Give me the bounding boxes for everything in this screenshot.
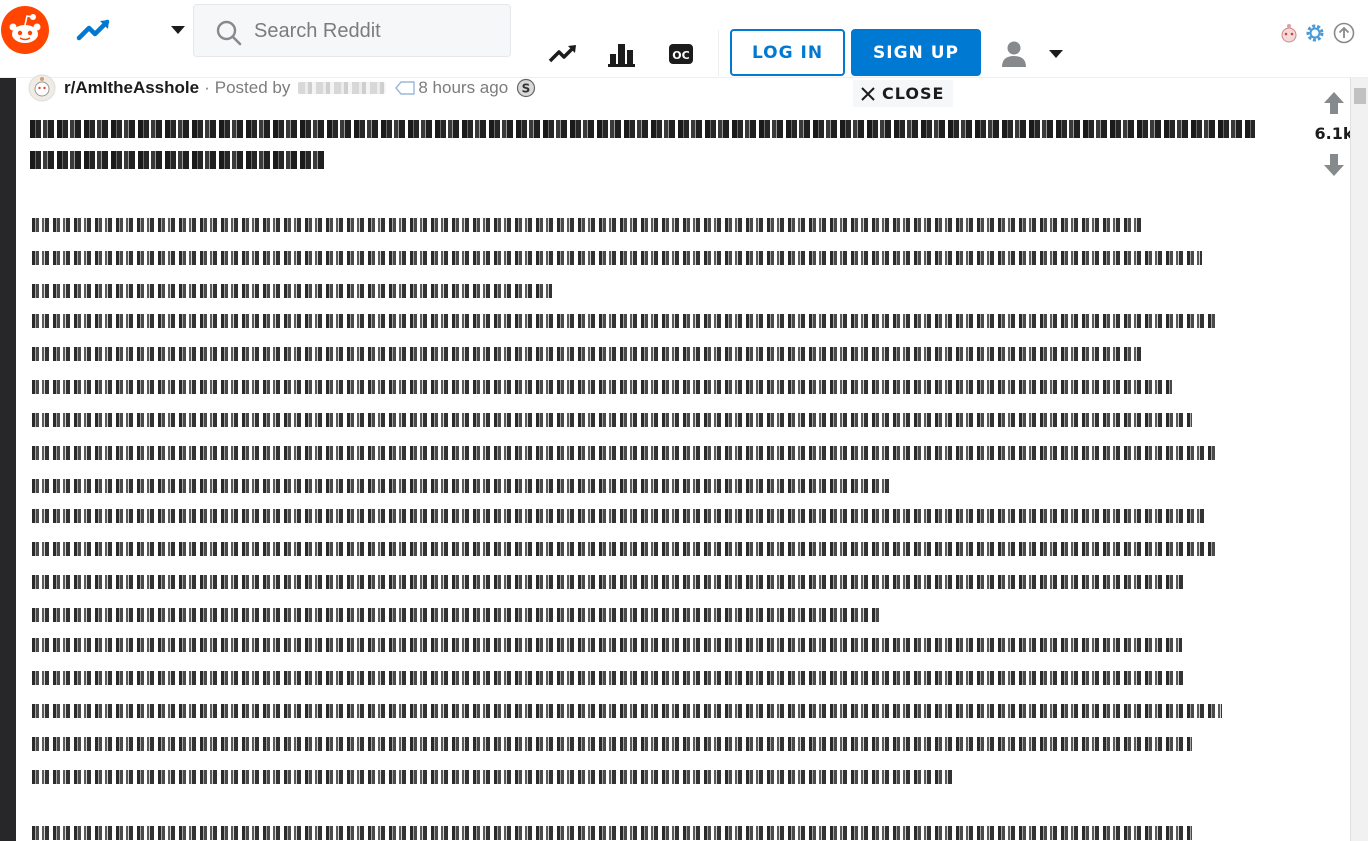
subreddit-avatar-icon[interactable] [28, 74, 56, 102]
close-icon [861, 86, 875, 101]
body-line [32, 218, 1142, 232]
oc-icon[interactable]: OC [667, 40, 697, 68]
body-line [32, 542, 1217, 556]
meta-separator: · [204, 78, 210, 97]
snoo-extension-icon[interactable] [1278, 22, 1300, 44]
body-line [32, 608, 882, 622]
body-paragraph [32, 314, 1227, 493]
body-line [32, 251, 1202, 265]
body-line [32, 347, 1142, 361]
body-paragraph [32, 218, 1227, 298]
title-line [30, 151, 325, 169]
body-line [32, 413, 1192, 427]
search-input[interactable] [254, 17, 494, 45]
downvote-icon[interactable] [1322, 152, 1346, 178]
scroll-to-top-icon[interactable] [1333, 22, 1355, 44]
reddit-logo-icon[interactable] [1, 6, 49, 54]
close-button[interactable]: CLOSE [853, 80, 953, 107]
body-line [32, 638, 1182, 652]
body-line [32, 575, 1187, 589]
scrollbar-thumb[interactable] [1354, 88, 1366, 104]
body-line [32, 770, 952, 784]
search-icon [216, 20, 242, 46]
subreddit-link[interactable]: r/AmItheAsshole [64, 78, 199, 98]
upvote-icon[interactable] [1322, 90, 1346, 116]
body-paragraph [32, 638, 1227, 784]
post-meta: r/AmItheAsshole · Posted by 8 hours ago … [28, 74, 536, 102]
body-line [32, 284, 552, 298]
trending-icon[interactable] [548, 40, 578, 68]
trending-home-icon[interactable] [76, 16, 112, 44]
post-title-redacted[interactable] [30, 120, 1270, 182]
scrollbar[interactable] [1350, 78, 1368, 841]
body-line [32, 704, 1222, 718]
login-button[interactable]: LOG IN [730, 29, 845, 76]
body-line [32, 479, 892, 493]
gear-icon[interactable] [1304, 22, 1326, 44]
body-line [32, 509, 1207, 523]
body-line [32, 671, 1187, 685]
body-line [32, 737, 1192, 751]
svg-text:S: S [522, 82, 531, 96]
signup-button[interactable]: SIGN UP [851, 29, 981, 76]
svg-text:OC: OC [672, 49, 689, 62]
popular-icon[interactable] [607, 40, 637, 68]
author-username-redacted[interactable] [298, 82, 387, 94]
body-line-cut-off [32, 826, 1192, 841]
tag-icon [395, 81, 416, 95]
award-icon[interactable]: S [516, 78, 536, 98]
left-backdrop-strip [0, 78, 16, 841]
title-line [30, 120, 1255, 138]
body-paragraph [32, 509, 1227, 622]
body-line [32, 380, 1172, 394]
posted-by-label: Posted by [214, 78, 291, 97]
body-line [32, 446, 1217, 460]
user-menu-chevron-icon[interactable] [1048, 49, 1064, 59]
post-time[interactable]: 8 hours ago [418, 78, 508, 98]
user-icon[interactable] [1000, 40, 1028, 68]
body-line [32, 314, 1217, 328]
top-navigation-bar: OC LOG IN SIGN UP [0, 0, 1368, 78]
header-divider [718, 30, 719, 76]
chevron-down-icon[interactable] [170, 25, 186, 35]
search-box[interactable] [193, 4, 511, 57]
post-body-redacted [32, 218, 1227, 800]
close-label: CLOSE [882, 84, 945, 103]
